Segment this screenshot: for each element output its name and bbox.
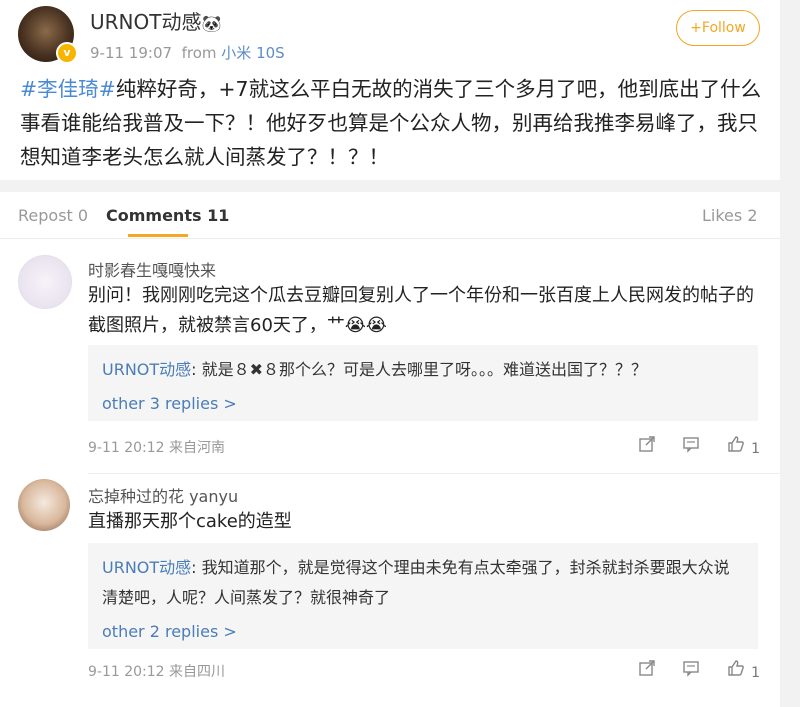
reply-text: : 就是８✖８那个么？可是人去哪里了呀。。。难道送出国了？？？ <box>191 360 648 379</box>
post-source[interactable]: 小米 10S <box>221 44 284 62</box>
reply-author[interactable]: URNOT动感 <box>102 360 191 379</box>
post-username[interactable]: URNOT动感🐼 <box>90 6 221 35</box>
like-count: 1 <box>751 665 760 681</box>
reply-preview[interactable]: URNOT动感: 我知道那个，就是觉得这个理由未免有点太牵强了，封杀就封杀要跟大… <box>88 543 758 649</box>
commenter-name[interactable]: 忘掉种过的花 yanyu <box>88 483 238 507</box>
post-meta: 9-11 19:07 from 小米 10S <box>90 42 285 63</box>
like-button[interactable]: 1 <box>727 435 760 457</box>
thumbs-up-icon <box>727 660 744 676</box>
comment-icon[interactable] <box>682 659 700 681</box>
comment-time-location: 9-11 20:12 来自四川 <box>88 664 226 680</box>
more-replies-link[interactable]: other 3 replies > <box>102 389 744 419</box>
hashtag-link[interactable]: #李佳琦# <box>20 77 116 101</box>
comment-text: 直播那天那个cake的造型 <box>88 511 292 532</box>
post-card: v URNOT动感🐼 9-11 19:07 from 小米 10S +Follo… <box>0 0 780 180</box>
commenter-avatar[interactable] <box>18 255 72 309</box>
comment-actions: 1 <box>616 659 760 681</box>
reply-text: : 我知道那个，就是觉得这个理由未免有点太牵强了，封杀就封杀要跟大众说清楚吧，人… <box>102 558 730 607</box>
tab-comments[interactable]: Comments 11 <box>106 206 229 225</box>
post-avatar[interactable]: v <box>18 6 78 66</box>
comment-icon[interactable] <box>682 435 700 457</box>
commenter-avatar[interactable] <box>18 479 70 531</box>
like-count: 1 <box>751 441 760 457</box>
comment-time-location: 9-11 20:12 来自河南 <box>88 440 226 456</box>
from-label: from <box>181 44 217 62</box>
comment-list: 时影春生嘎嘎快来 别问！我刚刚吃完这个瓜去豆瓣回复别人了一个年份和一张百度上人民… <box>0 239 780 707</box>
tab-bar: Repost 0 Comments 11 Likes 2 <box>0 192 780 239</box>
post-text: 纯粹好奇，+7就这么平白无故的消失了三个多月了吧，他到底出了什么事看谁能给我普及… <box>20 77 762 169</box>
username-text[interactable]: URNOT动感 <box>90 10 201 34</box>
follow-button[interactable]: +Follow <box>676 10 760 46</box>
comment-divider <box>88 473 780 474</box>
tab-repost[interactable]: Repost 0 <box>18 206 88 225</box>
like-button[interactable]: 1 <box>727 659 760 681</box>
reply-author[interactable]: URNOT动感 <box>102 558 191 577</box>
tab-likes[interactable]: Likes 2 <box>702 206 758 225</box>
active-tab-indicator <box>128 234 188 237</box>
share-icon[interactable] <box>638 435 656 457</box>
comment-actions: 1 <box>616 435 760 457</box>
post-body: #李佳琦#纯粹好奇，+7就这么平白无故的消失了三个多月了吧，他到底出了什么事看谁… <box>20 72 770 174</box>
reply-preview[interactable]: URNOT动感: 就是８✖８那个么？可是人去哪里了呀。。。难道送出国了？？？ o… <box>88 345 758 421</box>
page-gutter <box>780 0 800 707</box>
verified-badge-icon: v <box>56 42 78 64</box>
post-timestamp: 9-11 19:07 <box>90 44 173 62</box>
panda-emoji-icon: 🐼 <box>201 14 222 33</box>
share-icon[interactable] <box>638 659 656 681</box>
more-replies-link[interactable]: other 2 replies > <box>102 617 744 647</box>
commenter-name[interactable]: 时影春生嘎嘎快来 <box>88 257 216 281</box>
comment-text: 别问！我刚刚吃完这个瓜去豆瓣回复别人了一个年份和一张百度上人民网发的帖子的截图照… <box>88 285 754 336</box>
thumbs-up-icon <box>727 436 744 452</box>
